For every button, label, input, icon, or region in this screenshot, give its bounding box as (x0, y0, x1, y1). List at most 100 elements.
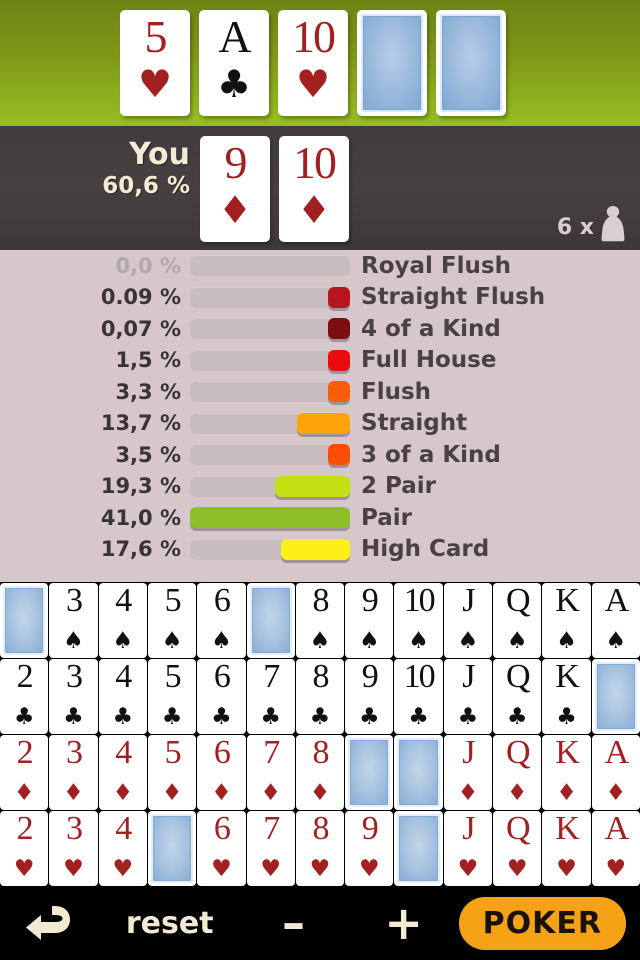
suit-icon: ♣ (63, 704, 84, 730)
odds-row: 0.09 % Straight Flush (0, 282, 640, 314)
suit-icon: ♠ (408, 628, 429, 654)
suit-icon: ♦ (556, 780, 577, 806)
grid-card[interactable]: A ♥ (591, 811, 640, 886)
grid-card[interactable]: Q ♣ (493, 659, 542, 734)
grid-card[interactable]: 4 ♥ (98, 811, 147, 886)
grid-card[interactable]: 4 ♣ (98, 659, 147, 734)
grid-card-face-down[interactable] (591, 659, 640, 734)
grid-card[interactable]: 5 ♠ (147, 583, 197, 658)
community-card[interactable]: 5 ♥ (120, 10, 190, 116)
player-win-percent: 60,6 % (102, 173, 190, 199)
suit-icon: ♣ (112, 704, 134, 730)
hole-card[interactable]: 10 ♦ (279, 136, 349, 242)
odds-percent: 0.09 % (100, 285, 181, 310)
card-back-icon (397, 738, 440, 807)
grid-card[interactable]: K ♣ (542, 659, 591, 734)
grid-card[interactable]: K ♠ (542, 583, 591, 658)
poker-mode-button[interactable]: POKER (458, 896, 626, 950)
odds-hand-label: Full House (361, 347, 497, 374)
grid-card[interactable]: 7 ♥ (246, 811, 295, 886)
grid-card[interactable]: 4 ♦ (98, 735, 147, 810)
suit-icon: ♣ (556, 704, 577, 730)
grid-card[interactable]: 2 ♣ (0, 659, 49, 734)
card-back-icon (440, 14, 502, 112)
grid-card[interactable]: 8 ♠ (295, 583, 345, 658)
grid-card-face-down[interactable] (394, 735, 443, 810)
grid-card[interactable]: 3 ♦ (49, 735, 98, 810)
back-button[interactable] (0, 901, 101, 945)
suit-icon: ♥ (309, 856, 331, 882)
grid-card[interactable]: 2 ♥ (0, 811, 49, 886)
grid-card[interactable]: J ♦ (443, 735, 493, 810)
grid-card-face-down[interactable] (246, 583, 295, 658)
odds-bar-track (190, 412, 350, 434)
grid-card[interactable]: 9 ♥ (345, 811, 394, 886)
grid-card[interactable]: 9 ♣ (345, 659, 394, 734)
suit-icon: ♠ (556, 628, 577, 654)
grid-card[interactable]: 4 ♠ (98, 583, 147, 658)
odds-bar-fill (296, 412, 350, 434)
grid-card[interactable]: Q ♠ (493, 583, 542, 658)
grid-card[interactable]: 10 ♣ (394, 659, 443, 734)
grid-card[interactable]: 6 ♥ (197, 811, 246, 886)
grid-card[interactable]: 3 ♣ (49, 659, 98, 734)
grid-card[interactable]: K ♦ (542, 735, 591, 810)
suit-icon: ♥ (63, 856, 84, 882)
odds-bar-track (190, 286, 350, 308)
grid-card[interactable]: 8 ♦ (295, 735, 345, 810)
grid-card-face-down[interactable] (147, 811, 197, 886)
grid-card[interactable]: 2 ♦ (0, 735, 49, 810)
grid-card[interactable]: J ♣ (443, 659, 493, 734)
suit-icon: ♦ (112, 780, 134, 806)
hole-card[interactable]: 9 ♦ (200, 136, 270, 242)
grid-card[interactable]: J ♥ (443, 811, 493, 886)
grid-card[interactable]: 7 ♣ (246, 659, 295, 734)
odds-row: 17,6 % High Card (0, 534, 640, 566)
pawn-icon (600, 205, 626, 249)
grid-card[interactable]: 7 ♦ (246, 735, 295, 810)
card-picker-grid[interactable]: 3 ♠ 4 ♠ 5 ♠ 6 ♠ 8 ♠ 9 ♠ 10 ♠ J ♠ Q ♠ K ♠ A ♠ 2 ♣ 3 ♣ 4 ♣ 5 ♣ 6 ♣ 7 ♣ 8 ♣ 9 ♣ 1… (0, 582, 640, 886)
suit-icon: ♣ (309, 704, 331, 730)
grid-card[interactable]: 5 ♦ (147, 735, 197, 810)
opponent-count[interactable]: 6 x (557, 205, 626, 249)
grid-card[interactable]: 3 ♠ (49, 583, 98, 658)
odds-bar-track (190, 255, 350, 277)
reset-button[interactable]: reset (101, 906, 239, 941)
grid-card[interactable]: A ♠ (591, 583, 640, 658)
grid-card-face-down[interactable] (0, 583, 49, 658)
grid-card[interactable]: 6 ♠ (197, 583, 246, 658)
grid-card-face-down[interactable] (345, 735, 394, 810)
grid-card-face-down[interactable] (394, 811, 443, 886)
decrease-opponents-button[interactable]: – (239, 900, 349, 946)
odds-hand-label: 2 Pair (361, 473, 436, 500)
community-card[interactable]: A ♣ (199, 10, 269, 116)
odds-percent: 3,5 % (115, 442, 181, 467)
card-back-icon (3, 586, 46, 655)
community-card-face-down[interactable] (436, 10, 506, 116)
grid-card[interactable]: 10 ♠ (394, 583, 443, 658)
odds-row: 0,0 % Royal Flush (0, 250, 640, 282)
odds-row: 0,07 % 4 of a Kind (0, 313, 640, 345)
community-card[interactable]: 10 ♥ (278, 10, 348, 116)
community-card-face-down[interactable] (357, 10, 427, 116)
grid-card[interactable]: Q ♦ (493, 735, 542, 810)
card-back-icon (150, 814, 194, 883)
suit-icon: ♦ (296, 188, 332, 232)
grid-card[interactable]: 9 ♠ (345, 583, 394, 658)
grid-card[interactable]: 8 ♥ (295, 811, 345, 886)
odds-row: 19,3 % 2 Pair (0, 471, 640, 503)
grid-card[interactable]: Q ♥ (493, 811, 542, 886)
suit-icon: ♣ (161, 704, 183, 730)
odds-bar-fill (328, 286, 350, 308)
grid-card[interactable]: 5 ♣ (147, 659, 197, 734)
grid-card[interactable]: K ♥ (542, 811, 591, 886)
increase-opponents-button[interactable]: + (349, 900, 459, 946)
grid-card[interactable]: 3 ♥ (49, 811, 98, 886)
grid-card[interactable]: 6 ♦ (197, 735, 246, 810)
grid-card[interactable]: 8 ♣ (295, 659, 345, 734)
grid-card[interactable]: A ♦ (591, 735, 640, 810)
suit-icon: ♥ (211, 856, 232, 882)
odds-hand-label: Royal Flush (361, 252, 511, 279)
grid-card[interactable]: 6 ♣ (197, 659, 246, 734)
grid-card[interactable]: J ♠ (443, 583, 493, 658)
